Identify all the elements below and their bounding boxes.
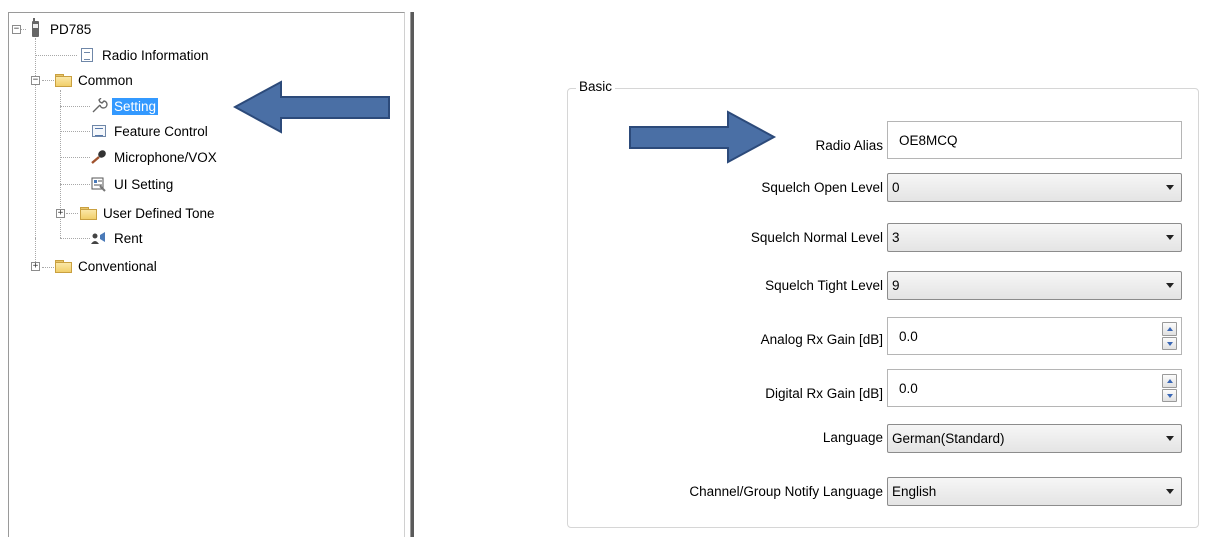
tree-item-common[interactable]: Common — [54, 70, 135, 90]
folder-open-icon — [54, 72, 72, 88]
squelch-tight-level-label: Squelch Tight Level — [765, 278, 883, 293]
tree-connector — [42, 80, 54, 81]
squelch-normal-level-value: 3 — [892, 230, 900, 245]
language-label: Language — [822, 430, 883, 445]
tree-item-label: Rent — [114, 230, 143, 246]
arrow-up-icon — [1167, 327, 1173, 331]
tree-item-setting[interactable]: Setting — [90, 96, 159, 116]
expand-toggle-user-defined-tone[interactable]: + — [56, 209, 65, 218]
expand-toggle-conventional[interactable]: + — [31, 262, 40, 271]
tree-item-feature-control[interactable]: Feature Control — [90, 121, 210, 141]
tree-item-label: Feature Control — [114, 123, 208, 139]
annotation-arrow-left-icon — [233, 80, 390, 134]
tree-connector — [60, 106, 90, 107]
tree-connector — [35, 55, 77, 56]
channel-group-notify-language-value: English — [892, 484, 937, 499]
analog-rx-gain-label: Analog Rx Gain [dB] — [760, 332, 883, 347]
radio-alias-input[interactable]: OE8MCQ — [887, 121, 1182, 159]
arrow-up-icon — [1167, 379, 1173, 383]
squelch-tight-level-dropdown[interactable]: 9 — [887, 271, 1182, 300]
tree-item-ui-setting[interactable]: UI Setting — [90, 174, 175, 194]
radio-device-icon — [26, 18, 44, 37]
collapse-toggle-common[interactable]: − — [31, 76, 40, 85]
tree-item-label: Radio Information — [102, 47, 209, 63]
squelch-open-level-value: 0 — [892, 180, 900, 195]
digital-rx-gain-decrement-button[interactable] — [1162, 388, 1177, 402]
digital-rx-gain-label: Digital Rx Gain [dB] — [765, 386, 883, 401]
analog-rx-gain-value: 0.0 — [899, 328, 918, 344]
document-icon — [78, 47, 96, 63]
rent-icon — [90, 230, 108, 246]
tree-item-label: Setting — [112, 97, 159, 115]
wrench-icon — [90, 98, 108, 114]
tree-item-pd785[interactable]: PD785 — [26, 18, 93, 39]
tree-item-radio-information[interactable]: Radio Information — [78, 45, 211, 65]
tree-item-label: Conventional — [78, 258, 157, 274]
tree-item-user-defined-tone[interactable]: User Defined Tone — [79, 203, 217, 223]
squelch-open-level-dropdown[interactable]: 0 — [887, 173, 1182, 202]
arrow-down-icon — [1167, 341, 1173, 346]
chevron-down-icon — [1166, 283, 1174, 288]
digital-rx-gain-spinbox[interactable]: 0.0 — [887, 369, 1182, 407]
digital-rx-gain-value: 0.0 — [899, 380, 918, 396]
tree-item-microphone-vox[interactable]: Microphone/VOX — [90, 147, 219, 167]
folder-icon — [79, 205, 97, 221]
chevron-down-icon — [1166, 436, 1174, 441]
squelch-open-level-label: Squelch Open Level — [761, 180, 883, 195]
tree-item-label: User Defined Tone — [103, 205, 215, 221]
analog-rx-gain-increment-button[interactable] — [1162, 322, 1177, 336]
squelch-normal-level-label: Squelch Normal Level — [750, 230, 883, 245]
collapse-toggle-root[interactable]: − — [12, 25, 21, 34]
panel-splitter[interactable] — [410, 12, 414, 537]
list-icon — [90, 123, 108, 139]
channel-group-notify-language-label: Channel/Group Notify Language — [689, 484, 883, 499]
tree-item-label: PD785 — [50, 21, 92, 37]
tree-connector — [60, 184, 90, 185]
microphone-icon — [90, 149, 108, 165]
tree-item-conventional[interactable]: Conventional — [54, 256, 159, 276]
language-value: German(Standard) — [892, 431, 1005, 446]
tree-connector — [60, 157, 90, 158]
digital-rx-gain-increment-button[interactable] — [1162, 374, 1177, 388]
tree-item-label: UI Setting — [114, 176, 174, 192]
squelch-tight-level-value: 9 — [892, 278, 900, 293]
chevron-down-icon — [1166, 489, 1174, 494]
tree-connector — [35, 38, 36, 238]
language-dropdown[interactable]: German(Standard) — [887, 424, 1182, 453]
chevron-down-icon — [1166, 185, 1174, 190]
tree-item-rent[interactable]: Rent — [90, 228, 145, 248]
folder-icon — [54, 258, 72, 274]
radio-alias-label: Radio Alias — [815, 138, 883, 153]
analog-rx-gain-spinbox[interactable]: 0.0 — [887, 317, 1182, 355]
chevron-down-icon — [1166, 235, 1174, 240]
arrow-down-icon — [1167, 393, 1173, 398]
tree-connector — [60, 238, 90, 239]
basic-group-title: Basic — [576, 79, 616, 94]
tree-connector — [66, 213, 78, 214]
tree-item-label: Microphone/VOX — [114, 149, 217, 165]
analog-rx-gain-decrement-button[interactable] — [1162, 336, 1177, 350]
squelch-normal-level-dropdown[interactable]: 3 — [887, 223, 1182, 252]
ui-setting-icon — [90, 176, 108, 192]
tree-connector — [42, 267, 54, 268]
tree-connector — [60, 131, 90, 132]
channel-group-notify-language-dropdown[interactable]: English — [887, 477, 1182, 506]
tree-item-label: Common — [78, 72, 133, 88]
